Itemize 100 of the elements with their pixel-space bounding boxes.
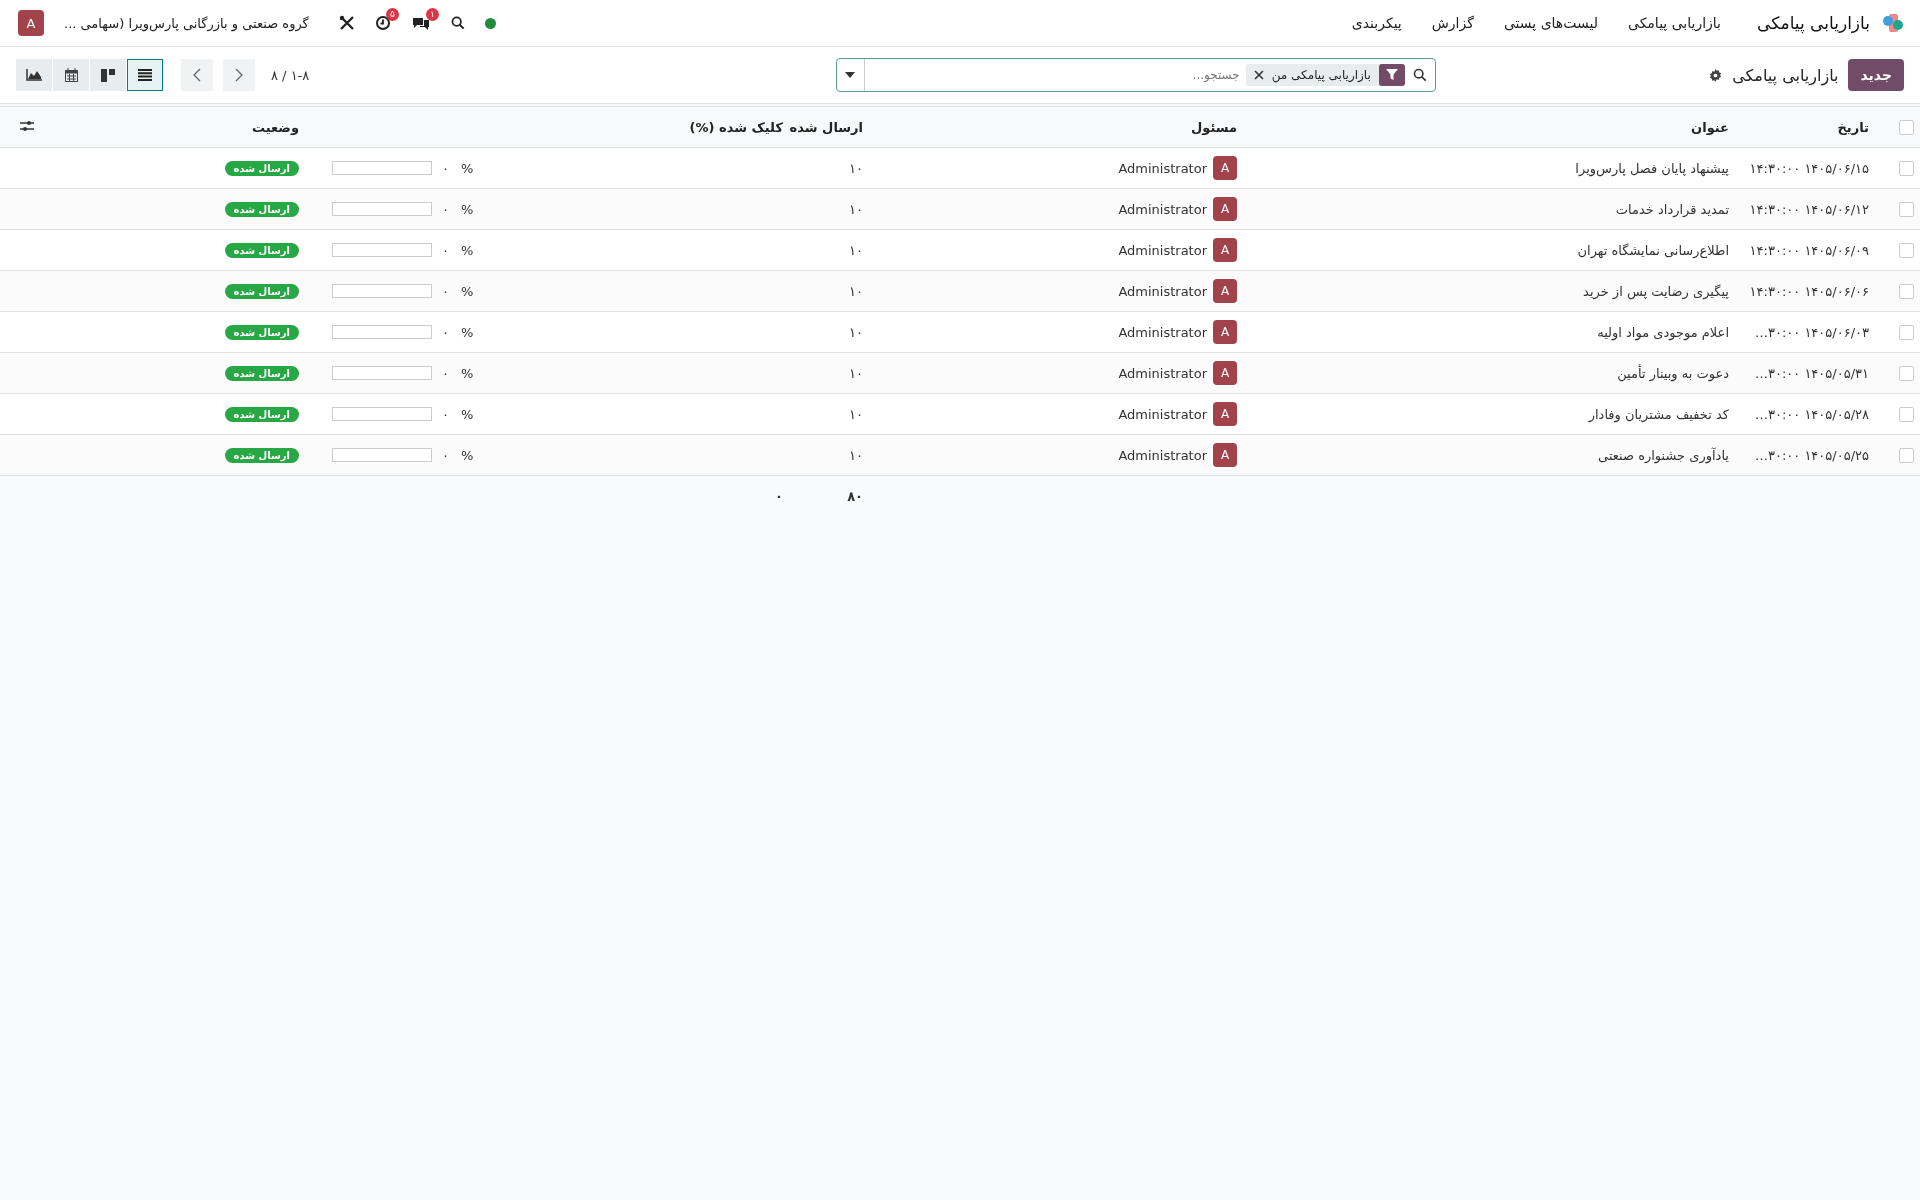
status-badge: ارسال شده (224, 448, 299, 463)
progress-value: ۰ (442, 406, 449, 422)
filter-icon (1385, 69, 1398, 81)
date-cell: ۱۴۰۵/۰۵/۳۱ ۳۰:۰۰… (1754, 365, 1869, 381)
filter-facet[interactable]: بازاریابی پیامکی من (1245, 64, 1405, 86)
menu-item[interactable]: پیکربندی (1339, 15, 1414, 31)
date-cell: ۱۴۰۵/۰۶/۰۹ ۱۴:۳۰:۰۰ (1749, 242, 1869, 258)
facet-label: بازاریابی پیامکی من (1271, 68, 1371, 82)
title-cell: تمدید قرارداد خدمات (1615, 201, 1729, 217)
chevron-right-icon (235, 68, 243, 82)
row-checkbox[interactable] (1899, 407, 1914, 422)
tools-icon[interactable] (338, 15, 355, 31)
row-checkbox[interactable] (1899, 325, 1914, 340)
user-avatar: A (1213, 238, 1237, 262)
column-header[interactable]: عنوان (1691, 119, 1729, 135)
percent-sign: % (461, 365, 474, 381)
row-checkbox[interactable] (1899, 161, 1914, 176)
date-cell: ۱۴۰۵/۰۶/۰۶ ۱۴:۳۰:۰۰ (1749, 283, 1869, 299)
column-header[interactable]: مسئول (1191, 119, 1237, 135)
area-chart-icon (26, 69, 42, 81)
user-avatar: A (1213, 402, 1237, 426)
view-switch-button[interactable] (53, 59, 89, 91)
date-cell: ۱۴۰۵/۰۵/۲۸ ۳۰:۰۰… (1754, 406, 1869, 422)
percent-sign: % (461, 406, 474, 422)
company-name[interactable]: گروه صنعتی و بازرگانی پارس‌ویرا (سهامی ... (64, 15, 309, 31)
select-all-checkbox[interactable] (1899, 120, 1914, 135)
sent-count: ۱۰ (849, 160, 863, 176)
title-cell: پیشنهاد پایان فصل پارس‌ویرا (1575, 160, 1729, 176)
status-badge: ارسال شده (224, 243, 299, 258)
percent-sign: % (461, 283, 474, 299)
date-cell: ۱۴۰۵/۰۵/۲۵ ۳۰:۰۰… (1754, 447, 1869, 463)
progress-value: ۰ (442, 201, 449, 217)
title-cell: یادآوری جشنواره صنعتی (1598, 447, 1729, 463)
breadcrumb: بازاریابی پیامکی (1732, 65, 1839, 85)
status-badge: ارسال شده (224, 325, 299, 340)
status-badge: ارسال شده (224, 366, 299, 381)
responsible-cell: Administrator (1118, 201, 1207, 217)
chevron-left-icon (193, 68, 201, 82)
column-settings-icon[interactable] (20, 119, 34, 132)
progress-value: ۰ (442, 242, 449, 258)
sent-count: ۱۰ (849, 447, 863, 463)
title-cell: اطلاع‌رسانی نمایشگاه تهران (1577, 242, 1729, 258)
pager-value[interactable]: ۱-۸ / ۸ (271, 67, 310, 83)
menu-item[interactable]: لیست‌های پستی (1491, 15, 1610, 31)
menu-item[interactable]: گزارش (1419, 15, 1486, 31)
close-icon[interactable] (1253, 70, 1264, 80)
row-checkbox[interactable] (1899, 202, 1914, 217)
row-checkbox[interactable] (1899, 448, 1914, 463)
chat-icon[interactable] (410, 15, 431, 31)
row-checkbox[interactable] (1899, 366, 1914, 381)
progress-value: ۰ (442, 447, 449, 463)
new-button[interactable]: جدید (1848, 59, 1904, 91)
user-avatar[interactable]: A (18, 10, 44, 36)
responsible-cell: Administrator (1118, 242, 1207, 258)
user-avatar: A (1213, 279, 1237, 303)
sent-count: ۱۰ (849, 242, 863, 258)
sent-count: ۱۰ (849, 406, 863, 422)
view-switch-button[interactable] (16, 59, 52, 91)
user-avatar: A (1213, 361, 1237, 385)
view-switch-button[interactable] (127, 59, 163, 91)
row-checkbox[interactable] (1899, 243, 1914, 258)
responsible-cell: Administrator (1118, 283, 1207, 299)
sent-total: ۸۰ (847, 488, 863, 504)
menu-item[interactable]: بازاریابی پیامکی (1615, 15, 1733, 31)
user-avatar: A (1213, 156, 1237, 180)
progress-value: ۰ (442, 160, 449, 176)
status-badge: ارسال شده (224, 284, 299, 299)
clock-icon[interactable] (374, 15, 391, 31)
search-icon[interactable] (1412, 68, 1427, 82)
title-cell: دعوت به وبینار تأمین (1617, 365, 1729, 381)
sent-count: ۱۰ (849, 365, 863, 381)
percent-sign: % (461, 201, 474, 217)
column-header[interactable]: تاریخ (1837, 119, 1869, 135)
app-name[interactable]: بازاریابی پیامکی (1757, 13, 1870, 33)
row-checkbox[interactable] (1899, 284, 1914, 299)
sent-count: ۱۰ (849, 201, 863, 217)
settings-icon[interactable] (1709, 68, 1723, 82)
title-cell: پیگیری رضایت پس از خرید (1583, 283, 1729, 299)
date-cell: ۱۴۰۵/۰۶/۱۵ ۱۴:۳۰:۰۰ (1749, 160, 1869, 176)
app-logo[interactable] (1882, 12, 1904, 34)
progress-value: ۰ (442, 365, 449, 381)
search-bar[interactable]: بازاریابی پیامکی من جستجو... (835, 58, 1436, 92)
title-cell: اعلام موجودی مواد اولیه (1597, 324, 1729, 340)
title-cell: کد تخفیف مشتریان وفادار (1588, 406, 1729, 422)
status-badge: ارسال شده (224, 202, 299, 217)
user-avatar: A (1213, 197, 1237, 221)
search-input[interactable]: جستجو... (864, 62, 1246, 88)
sent-count: ۱۰ (849, 283, 863, 299)
user-avatar: A (1213, 443, 1237, 467)
search-icon[interactable] (450, 16, 465, 30)
view-switch-button[interactable] (90, 59, 126, 91)
status-badge: ارسال شده (224, 161, 299, 176)
percent-sign: % (461, 324, 474, 340)
responsible-cell: Administrator (1118, 324, 1207, 340)
column-header[interactable]: وضعیت (251, 119, 299, 135)
responsible-cell: Administrator (1118, 365, 1207, 381)
calendar-icon (64, 68, 78, 82)
column-header[interactable]: کلیک شده (%) (689, 119, 783, 135)
status-badge: ارسال شده (224, 407, 299, 422)
progress-value: ۰ (442, 324, 449, 340)
